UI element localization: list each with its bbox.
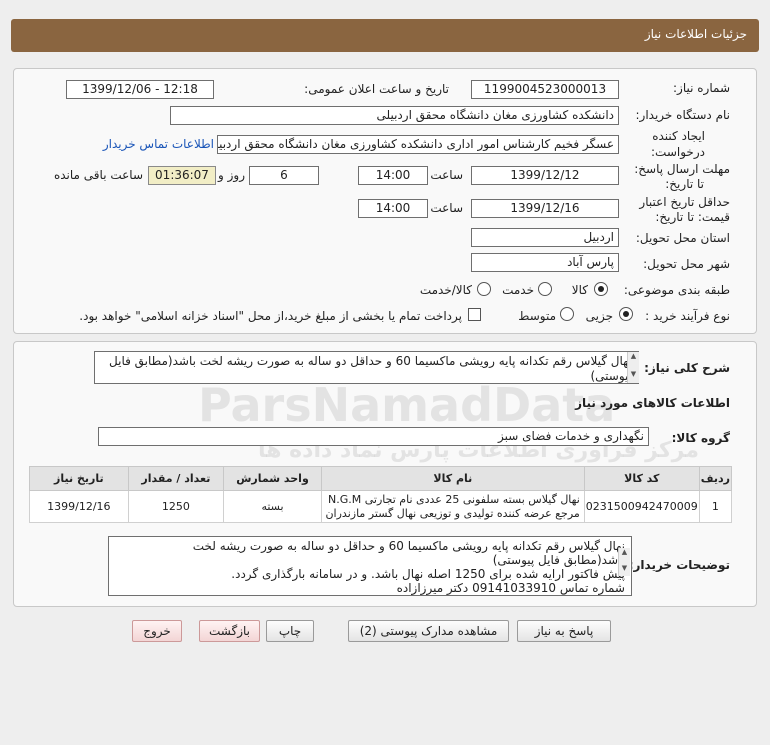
validity-date-field: 1399/12/16 [471,199,619,218]
validity-time-label: ساعت [430,201,463,215]
need-description-field: نهال گیلاس رقم تکدانه پایه رویشی ماکسیما… [94,351,639,384]
category-radio-service[interactable] [538,282,552,296]
category-label: طبقه بندی موضوعی: [623,283,730,297]
buyer-org-field: دانشکده کشاورزی مغان دانشگاه محقق اردبیل… [170,106,619,125]
row-name-line1: نهال گیلاس بسته سلفونی 25 عددی نام تجارت… [327,492,580,506]
buyer-notes-label: توضیحات خریدار: [628,558,730,572]
province-field: اردبیل [471,228,619,247]
row-date: 1399/12/16 [29,490,129,523]
reply-time-label: ساعت [430,168,463,182]
scroll-up-icon[interactable]: ▲ [619,548,630,556]
need-number-field: 1199004523000013 [471,80,619,99]
col-quantity-header: تعداد / مقدار [127,466,225,491]
category-option-service: خدمت [502,283,534,297]
category-radio-goods[interactable] [594,282,608,296]
time-remaining-field: 01:36:07 [148,166,216,185]
col-date-header: تاریخ نیاز [29,466,129,491]
row-unit: بسته [223,490,322,523]
window-title: جزئیات اطلاعات نیاز [644,27,747,41]
row-name: نهال گیلاس بسته سلفونی 25 عددی نام تجارت… [320,490,585,523]
treasury-payment-checkbox[interactable] [468,308,481,321]
validity-time-field: 14:00 [358,199,428,218]
goods-table: ردیف کد کالا نام کالا واحد شمارش تعداد /… [29,466,733,523]
category-option-goods: کالا [571,283,588,297]
process-option-medium: متوسط [518,309,556,323]
buyer-org-label: نام دستگاه خریدار: [635,108,731,122]
col-unit-header: واحد شمارش [223,466,322,491]
buyer-notes-field: نهال گیلاس رقم تکدانه پایه رویشی ماکسیما… [108,536,632,596]
days-remaining-field: 6 [249,166,319,185]
category-radio-goods-service[interactable] [477,282,491,296]
time-remaining-label: ساعت باقی مانده [53,168,143,182]
goods-group-label: گروه کالا: [671,431,730,445]
city-field: پارس آباد [471,253,619,272]
reply-deadline-label: مهلت ارسال پاسخ: [634,162,730,176]
process-radio-medium[interactable] [560,307,574,321]
validity-label-line2: قیمت: تا تاریخ: [655,210,730,224]
buyer-notes-line: پیش فاکتور ارایه شده برای 1250 اصله نهال… [231,567,625,581]
row-index: 1 [698,490,733,523]
scroll-down-icon[interactable]: ▼ [619,564,630,572]
description-scrollbar[interactable]: ▲ ▼ [627,352,639,383]
announce-datetime-field: 1399/12/06 - 12:18 [66,80,214,99]
goods-section-title: اطلاعات کالاهای مورد نیاز [575,396,730,410]
row-name-line2: مرجع عرضه کننده تولیدی و توزیعی نهال گست… [325,506,580,520]
process-option-minor: جزیی [585,309,613,323]
city-label: شهر محل تحویل: [643,257,730,271]
scroll-down-icon[interactable]: ▼ [628,370,639,378]
print-button[interactable]: چاپ [266,620,314,642]
row-code: 0231500942470009 [583,490,700,523]
col-index-header: ردیف [698,466,733,491]
process-radio-minor[interactable] [619,307,633,321]
days-label: روز و [218,168,245,182]
category-option-goods-service: کالا/خدمت [419,283,472,297]
buyer-notes-line: نهال گیلاس رقم تکدانه پایه رویشی ماکسیما… [192,539,625,553]
goods-table-header: ردیف کد کالا نام کالا واحد شمارش تعداد /… [29,466,733,491]
goods-group-field: نگهداری و خدمات فضای سبز [98,427,649,446]
need-number-label: شماره نیاز: [673,81,730,95]
validity-label-line1: حداقل تاریخ اعتبار [639,195,730,209]
col-code-header: کد کالا [583,466,700,491]
exit-button[interactable]: خروج [132,620,182,642]
creator-field: عسگر فخیم کارشناس امور اداری دانشکده کشا… [217,135,619,154]
reply-button[interactable]: پاسخ به نیاز [517,620,611,642]
province-label: استان محل تحویل: [635,231,730,245]
creator-label-line1: ایجاد کننده [652,129,705,143]
reply-deadline-label-2: تا تاریخ: [665,177,704,191]
window-title-bar: جزئیات اطلاعات نیاز [11,19,759,52]
buyer-notes-scrollbar[interactable]: ▲ ▼ [618,548,630,576]
view-attachments-button[interactable]: مشاهده مدارک پیوستی (2) [348,620,509,642]
announce-datetime-label: تاریخ و ساعت اعلان عمومی: [304,82,449,96]
table-row: 1 0231500942470009 نهال گیلاس بسته سلفون… [29,490,733,523]
back-button[interactable]: بازگشت [199,620,260,642]
reply-date-field: 1399/12/12 [471,166,619,185]
treasury-payment-note: پرداخت تمام یا بخشی از مبلغ خرید،از محل … [79,309,462,323]
need-description-label: شرح کلی نیاز: [644,361,730,375]
reply-time-field: 14:00 [358,166,428,185]
buyer-contact-link[interactable]: اطلاعات تماس خریدار [103,137,214,151]
creator-label-line2: درخواست: [651,145,705,159]
buyer-notes-line: شماره تماس 09141033910 دکتر میرزازاده [396,581,625,595]
scroll-up-icon[interactable]: ▲ [628,352,639,360]
process-type-label: نوع فرآیند خرید : [645,309,730,323]
col-name-header: نام کالا [320,466,585,491]
row-quantity: 1250 [127,490,225,523]
buyer-notes-line: باشد(مطابق فایل پیوستی) [492,553,625,567]
